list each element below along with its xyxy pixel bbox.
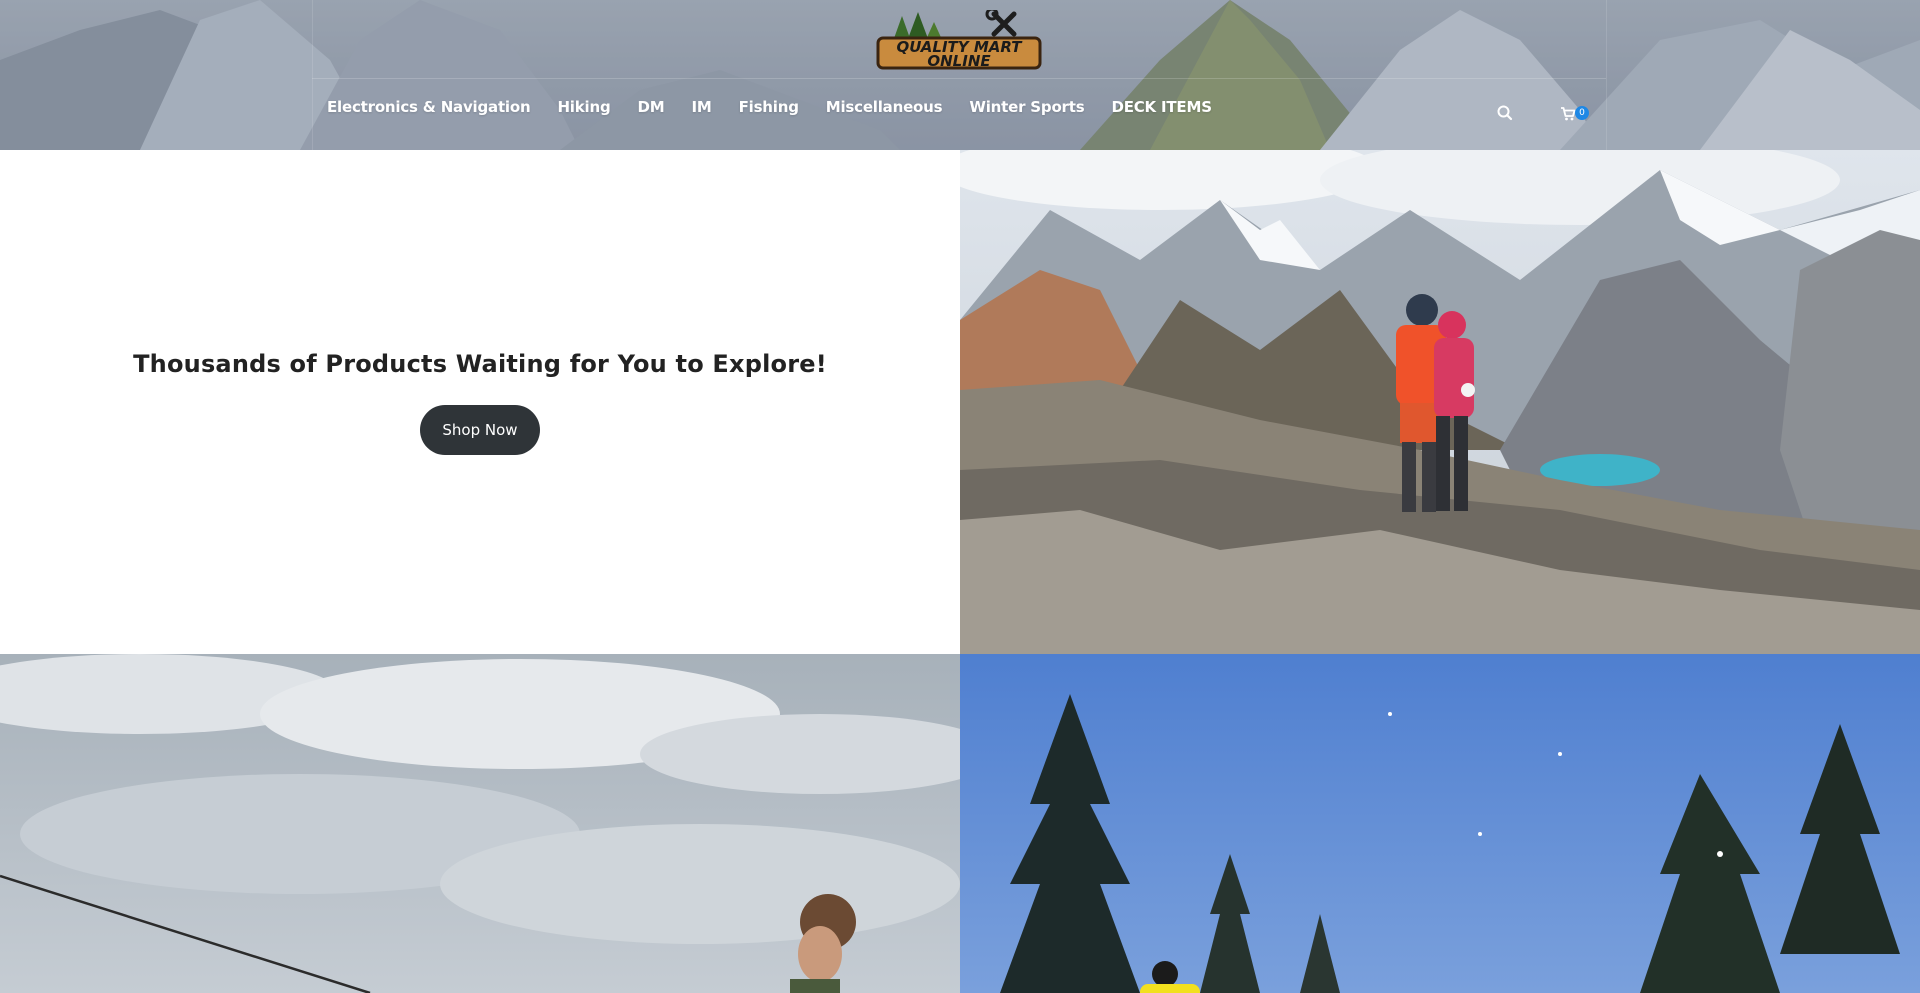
site-header: QUALITY MART ONLINE Electronics & Naviga…	[0, 0, 1920, 150]
header-right-divider	[1606, 0, 1607, 150]
nav-item-dm[interactable]: DM	[637, 98, 664, 116]
nav-item-electronics-navigation[interactable]: Electronics & Navigation	[327, 98, 531, 116]
header-left-divider	[312, 0, 313, 150]
nav-item-fishing[interactable]: Fishing	[739, 98, 799, 116]
search-button[interactable]	[1496, 104, 1514, 122]
search-icon	[1497, 105, 1513, 121]
shop-now-button[interactable]: Shop Now	[420, 405, 540, 455]
nav-item-deck-items[interactable]: DECK ITEMS	[1111, 98, 1212, 116]
skiing-scene	[960, 654, 1920, 993]
nav-item-winter-sports[interactable]: Winter Sports	[969, 98, 1084, 116]
hero-promo: Thousands of Products Waiting for You to…	[0, 150, 960, 654]
cart-button[interactable]: 0	[1560, 103, 1596, 123]
hikers-scene	[960, 150, 1920, 654]
fishing-scene	[0, 654, 960, 993]
cart-count-badge: 0	[1575, 106, 1589, 120]
logo-graphic: QUALITY MART ONLINE	[876, 10, 1042, 70]
svg-text:ONLINE: ONLINE	[927, 52, 991, 70]
hikers-mountain-photo[interactable]	[960, 150, 1920, 654]
hero-title: Thousands of Products Waiting for You to…	[133, 350, 827, 378]
skiing-photo[interactable]	[960, 654, 1920, 993]
site-logo[interactable]: QUALITY MART ONLINE	[874, 10, 1044, 72]
nav-item-im[interactable]: IM	[691, 98, 711, 116]
header-divider	[312, 78, 1606, 79]
fishing-photo[interactable]	[0, 654, 960, 993]
nav-item-miscellaneous[interactable]: Miscellaneous	[826, 98, 943, 116]
nav-item-hiking[interactable]: Hiking	[557, 98, 610, 116]
main-nav: Electronics & Navigation Hiking DM IM Fi…	[327, 98, 1212, 116]
cart-icon	[1561, 107, 1576, 121]
